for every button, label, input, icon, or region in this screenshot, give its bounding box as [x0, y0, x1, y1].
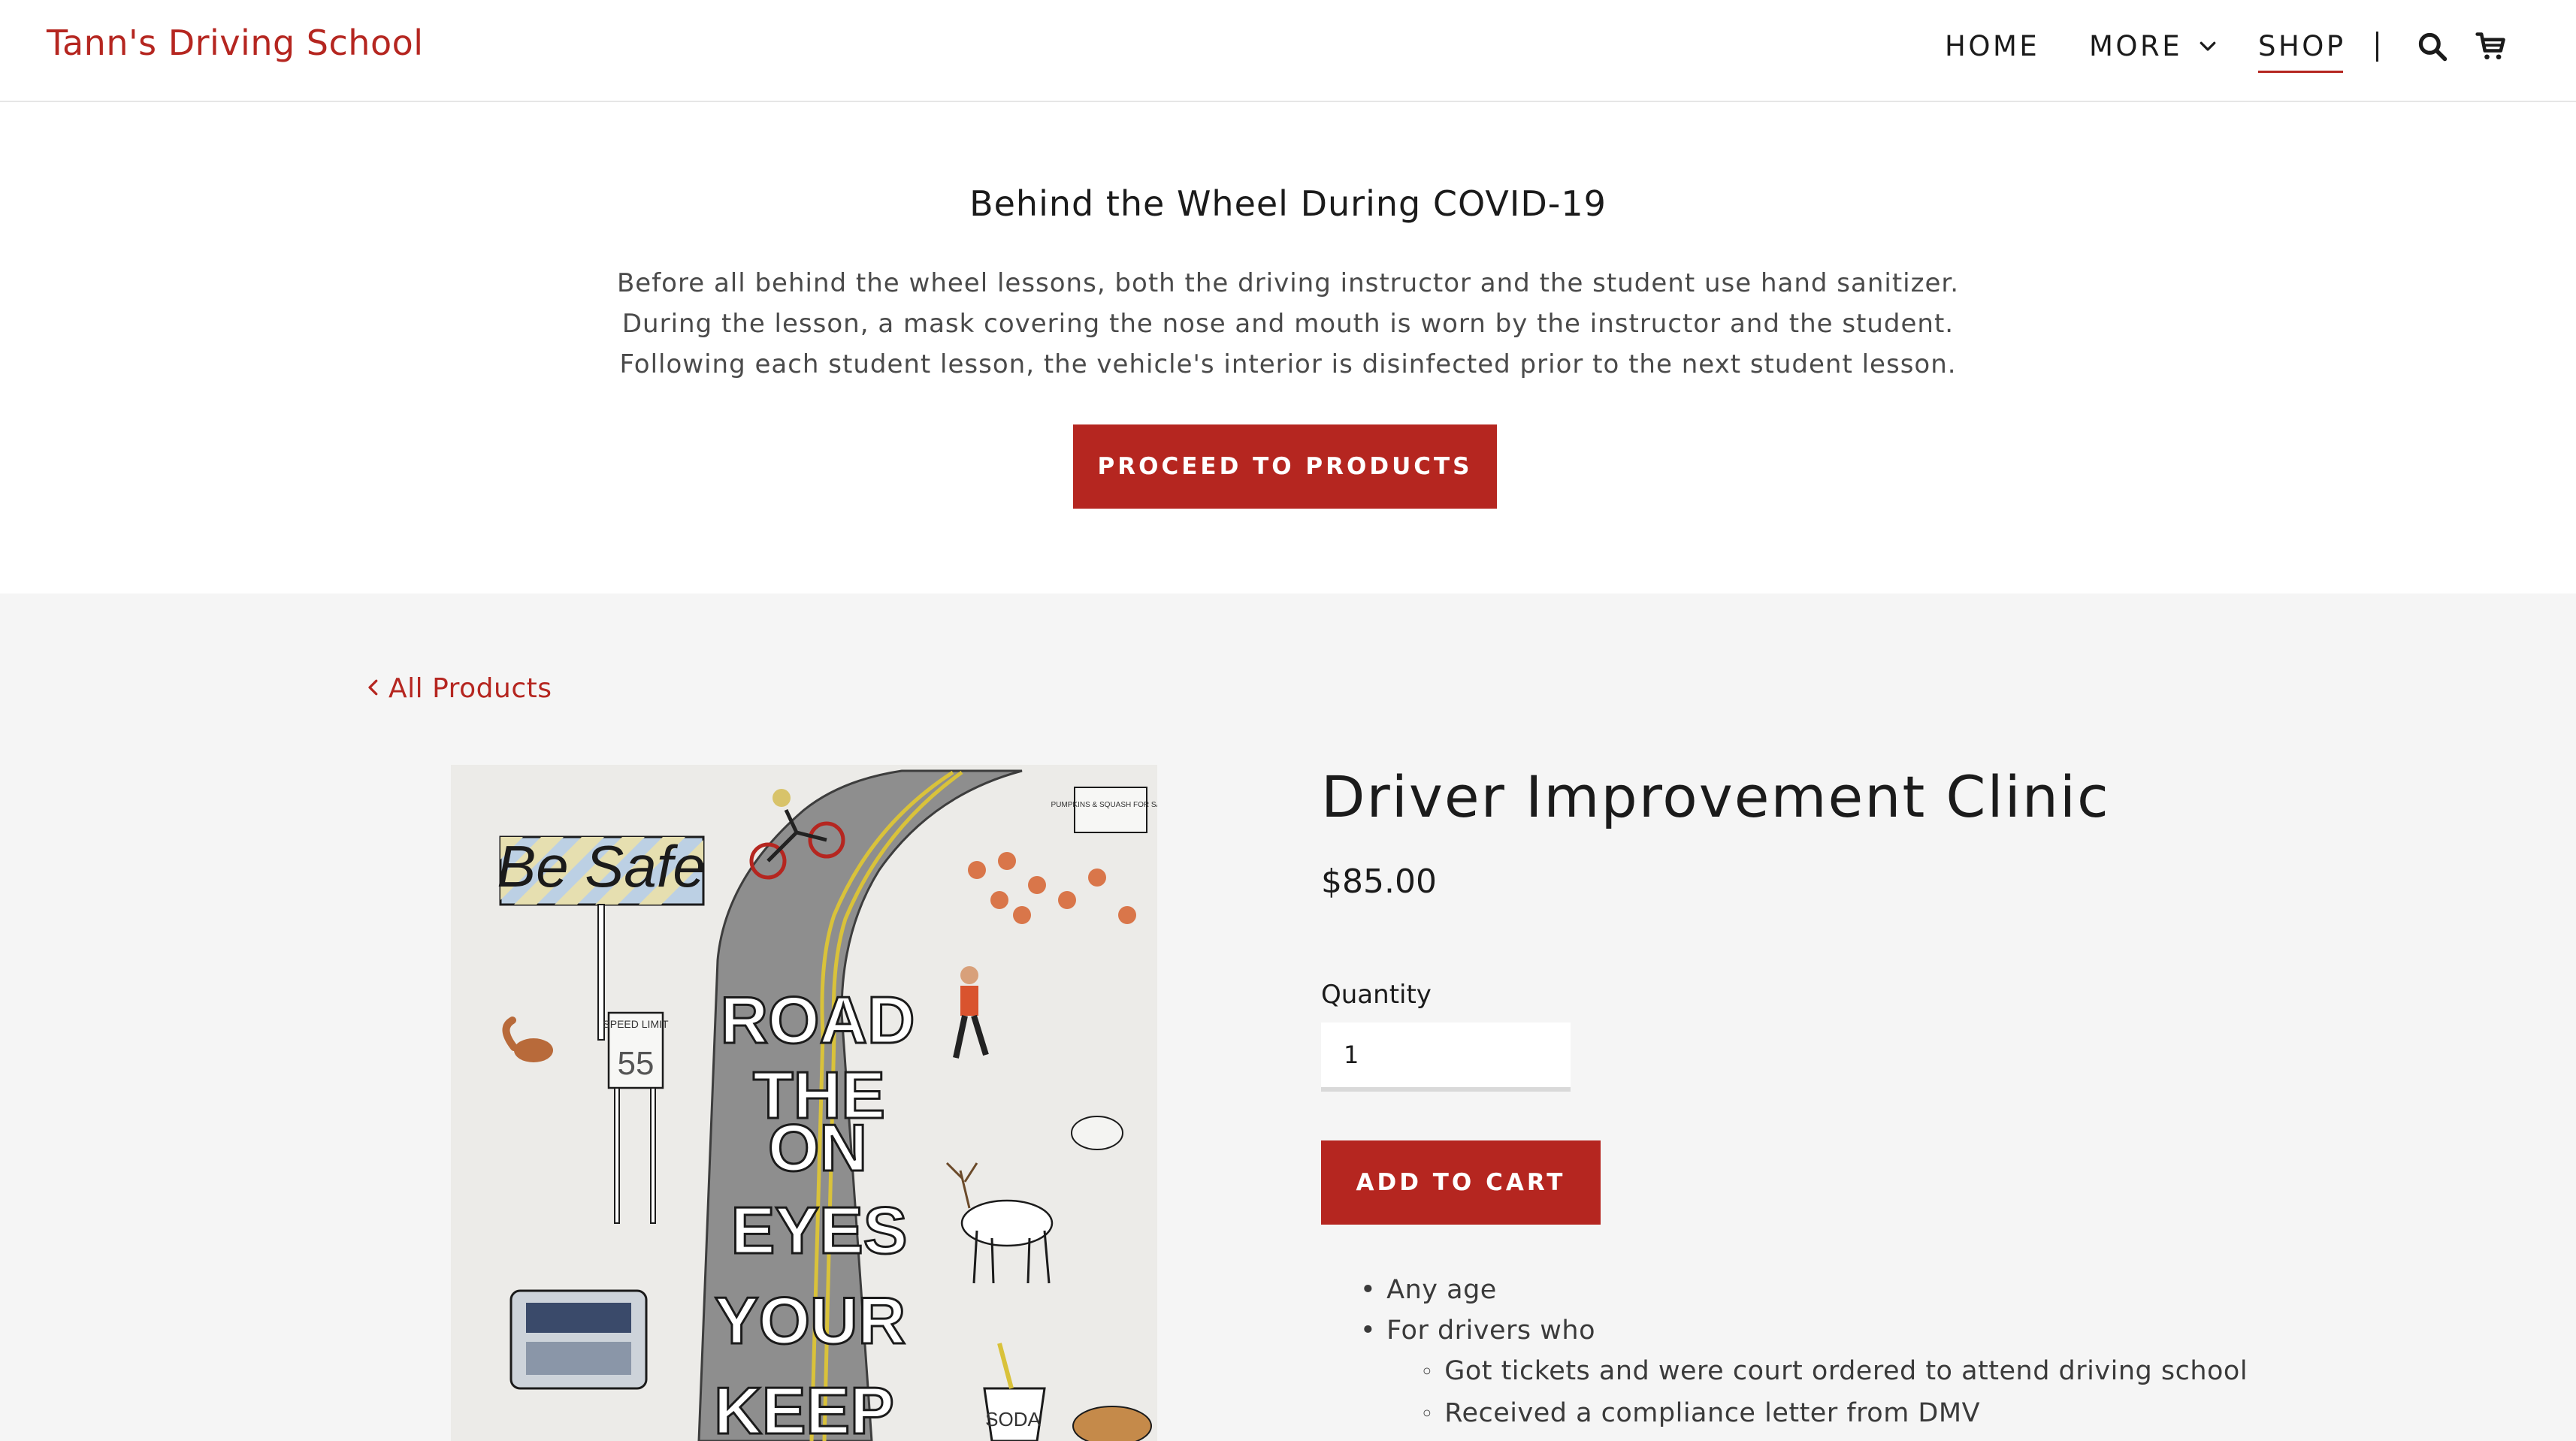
site-header: Tann's Driving School HOME MORE SHOP	[0, 0, 2576, 102]
nav-more[interactable]: MORE	[2089, 30, 2219, 62]
nav-shop[interactable]: SHOP	[2258, 30, 2346, 73]
car-radio	[509, 1289, 648, 1390]
detail-subitem: Got tickets and were court ordered to at…	[1420, 1351, 2248, 1393]
nav-more-label: MORE	[2089, 30, 2183, 62]
quantity-input[interactable]	[1321, 1023, 1571, 1092]
detail-item: Any age	[1360, 1270, 2248, 1310]
road-word: ON	[768, 1110, 867, 1185]
covid-line: During the lesson, a mask covering the n…	[621, 309, 1955, 339]
search-icon[interactable]	[2416, 30, 2449, 63]
nav-shop-label: SHOP	[2258, 30, 2346, 62]
road-word: EYES	[731, 1193, 908, 1267]
speed-limit-label: SPEED LIMIT	[603, 1018, 669, 1030]
proceed-to-products-button[interactable]: PROCEED TO PRODUCTS	[1073, 424, 1497, 509]
cart-icon[interactable]	[2475, 30, 2508, 63]
covid-line: Following each student lesson, the vehic…	[619, 349, 1957, 379]
speed-limit-value: 55	[618, 1045, 655, 1082]
pumpkin-sign-text: PUMPKINS & SQUASH FOR SALE	[1051, 801, 1157, 809]
nav-home[interactable]: HOME	[1945, 30, 2039, 62]
add-to-cart-button[interactable]: ADD TO CART	[1321, 1140, 1601, 1225]
soda-cup-text: SODA	[985, 1408, 1041, 1430]
chevron-down-icon	[2200, 41, 2216, 51]
product-details: Any age For drivers who Got tickets and …	[1360, 1270, 2248, 1435]
road-word: KEEP	[714, 1373, 894, 1441]
nav-divider	[2376, 32, 2378, 62]
road-word: ROAD	[720, 983, 915, 1057]
covid-notice-section: Behind the Wheel During COVID-19 Before …	[0, 102, 2576, 594]
all-products-link[interactable]: All Products	[364, 673, 552, 704]
quantity-label: Quantity	[1321, 980, 1432, 1010]
detail-item: For drivers who	[1360, 1310, 2248, 1351]
product-title: Driver Improvement Clinic	[1321, 763, 2110, 830]
detail-subitem: Received a compliance letter from DMV	[1420, 1393, 2248, 1435]
site-brand-link[interactable]: Tann's Driving School	[47, 23, 424, 63]
road-word: YOUR	[715, 1283, 906, 1358]
chevron-left-icon	[368, 679, 378, 696]
road-safety-drawing: ROAD THE ON EYES YOUR KEEP Be Safe SPEED…	[451, 765, 1157, 1441]
covid-description: Before all behind the wheel lessons, bot…	[0, 263, 2576, 385]
product-price: $85.00	[1321, 862, 1437, 901]
active-nav-underline	[2258, 71, 2343, 73]
all-products-label: All Products	[389, 673, 552, 704]
be-safe-text: Be Safe	[497, 833, 706, 899]
covid-line: Before all behind the wheel lessons, bot…	[616, 268, 1960, 298]
product-image[interactable]: ROAD THE ON EYES YOUR KEEP Be Safe SPEED…	[451, 765, 1157, 1441]
covid-heading: Behind the Wheel During COVID-19	[969, 183, 1607, 224]
